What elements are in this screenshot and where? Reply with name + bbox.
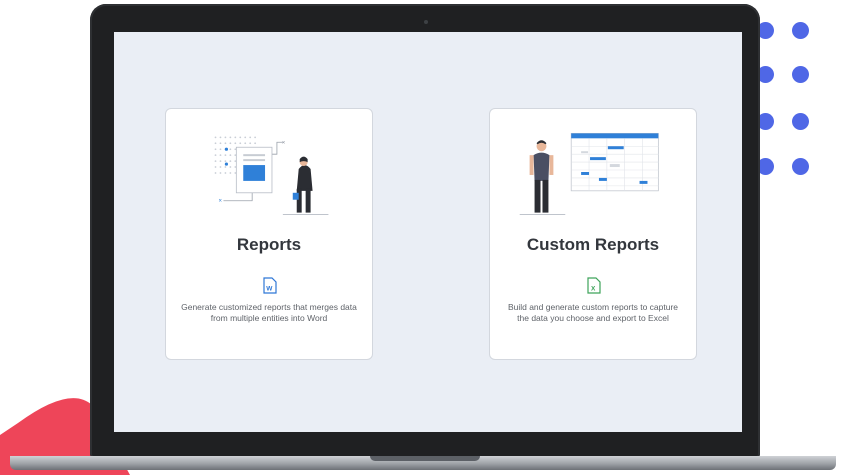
decorative-dot [792,66,809,83]
word-document-icon: W [263,277,277,294]
card-title: Custom Reports [526,235,660,254]
reports-card[interactable]: × × Reports W Generate customized report… [165,108,373,360]
laptop-screen: × × Reports W Generate customized report… [114,32,742,432]
card-title: Reports [236,235,302,254]
svg-text:×: × [282,140,286,146]
excel-document-icon: X [587,277,601,294]
decorative-dot [792,22,809,39]
svg-text:W: W [266,286,273,293]
svg-text:X: X [591,286,596,293]
card-description: Build and generate custom reports to cap… [507,302,679,323]
camera-icon [424,20,428,24]
svg-text:×: × [218,199,222,205]
decorative-dot [792,158,809,175]
custom-reports-illustration [519,132,659,215]
custom-reports-card[interactable]: Custom Reports X Build and generate cust… [489,108,697,360]
card-description: Generate customized reports that merges … [181,302,357,323]
decorative-dot [792,113,809,130]
reports-illustration: × × [214,136,329,215]
laptop-base-notch [370,456,480,461]
